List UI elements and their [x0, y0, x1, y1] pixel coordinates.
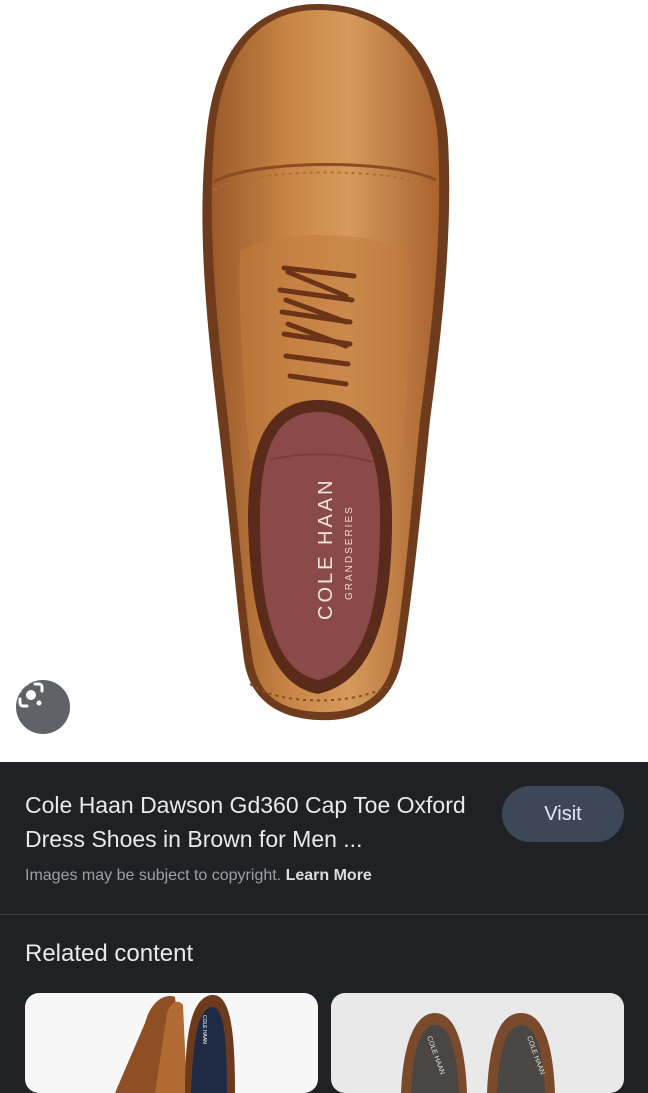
related-card-1-image: COLE HAAN	[115, 994, 235, 1093]
related-card-2-image: COLE HAAN COLE HAAN	[401, 1013, 555, 1093]
result-info-panel: Cole Haan Dawson Gd360 Cap Toe Oxford Dr…	[0, 762, 648, 914]
insole-logo-text: COLE HAAN	[315, 477, 337, 620]
copyright-notice: Images may be subject to copyright. Lear…	[25, 867, 372, 885]
related-content-heading: Related content	[25, 940, 194, 967]
card-1-logo-text: COLE HAAN	[201, 1015, 207, 1044]
copyright-text: Images may be subject to copyright.	[25, 867, 282, 884]
visit-button[interactable]: Visit	[502, 786, 624, 842]
learn-more-link[interactable]: Learn More	[286, 867, 372, 884]
related-card-2[interactable]: COLE HAAN COLE HAAN	[331, 993, 624, 1093]
section-divider	[0, 914, 648, 915]
result-title[interactable]: Cole Haan Dawson Gd360 Cap Toe Oxford Dr…	[25, 788, 495, 856]
lens-icon	[18, 682, 44, 708]
related-card-1[interactable]: COLE HAAN	[25, 993, 318, 1093]
insole-logo-subtext: GRANDSERIES	[344, 505, 355, 600]
shoe-image: COLE HAAN GRANDSERIES	[202, 4, 450, 721]
google-lens-button[interactable]	[16, 680, 70, 734]
result-image-area: COLE HAAN GRANDSERIES	[0, 0, 648, 762]
